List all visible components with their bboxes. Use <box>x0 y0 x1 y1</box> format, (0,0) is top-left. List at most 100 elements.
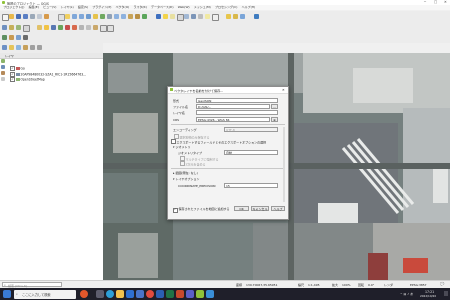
menu-project[interactable]: プロジェクト(J) <box>3 5 24 10</box>
python-console-icon[interactable] <box>254 14 259 19</box>
measure-icon[interactable] <box>198 14 203 19</box>
coordinate-value[interactable]: 139.70067,35.65951 <box>246 283 278 287</box>
layer-item[interactable]: ✓ OpenStreetMap <box>10 77 45 82</box>
temporal-controller-icon[interactable] <box>23 35 28 40</box>
layername-input[interactable] <box>196 110 278 115</box>
extent-section-header[interactable]: ▸ 範囲(現在: なし) <box>173 171 287 175</box>
menu-view[interactable]: ビュー(V) <box>43 5 56 10</box>
crs-picker-button[interactable]: ⊕ <box>271 117 278 122</box>
multitype-option[interactable]: マルチタイプに強制する <box>180 156 294 162</box>
menu-mesh[interactable]: メッシュ(M) <box>194 5 211 10</box>
filename-input[interactable]: D:/GIS/... <box>196 104 270 109</box>
add-delimited-text-icon[interactable] <box>1 77 5 81</box>
add-mesh-layer-icon[interactable] <box>1 71 5 75</box>
refresh-icon[interactable] <box>142 14 147 19</box>
add-to-map-option[interactable]: ✓ 保存されたファイルを地図に追加する <box>173 207 287 213</box>
layer-visibility-checkbox[interactable]: ✓ <box>10 66 15 71</box>
show-bookmarks-icon[interactable] <box>135 14 140 19</box>
windows-start-icon[interactable] <box>3 290 11 298</box>
style-manager-icon[interactable] <box>44 14 49 19</box>
cancel-button[interactable]: キャンセル <box>251 206 269 211</box>
magnifier-value[interactable]: 100% <box>342 283 351 287</box>
clock-time[interactable]: 17:21 <box>425 290 434 294</box>
menu-processing[interactable]: プロセシング(C) <box>215 5 237 10</box>
open-project-icon[interactable] <box>9 14 14 19</box>
zoom-layer-icon[interactable] <box>100 14 105 19</box>
field-calculator-icon[interactable] <box>184 14 189 19</box>
redo-icon[interactable] <box>107 25 114 32</box>
system-tray-icons[interactable]: ^ ▤ ♪ あ <box>400 292 413 296</box>
zoom-in-icon[interactable] <box>72 14 77 19</box>
open-layer-styling-icon[interactable] <box>2 45 7 50</box>
layer-item[interactable]: ✓ 20AP98480032-SZA1_RIC1-1R15664763... <box>10 71 86 77</box>
menu-help[interactable]: ヘルプ(H) <box>242 5 256 10</box>
crs-select[interactable]: EPSG:4326 - WGS 84 <box>196 117 270 122</box>
task-view-icon[interactable] <box>96 290 104 298</box>
geometry-type-select[interactable]: 自動 <box>224 150 278 155</box>
data-source-manager-icon[interactable] <box>2 25 7 30</box>
expand-all-icon[interactable] <box>30 45 35 50</box>
precision-input[interactable]: 15 <box>224 183 278 188</box>
add-vector-layer-icon[interactable] <box>1 59 5 63</box>
include-z-option[interactable]: Z次元を含める <box>180 161 294 167</box>
new-project-icon[interactable] <box>2 14 9 21</box>
save-project-icon[interactable] <box>16 14 21 19</box>
fields-section[interactable]: エクスポートするフィールドとそのエクスポートオプションの選択 <box>171 139 285 145</box>
new-bookmark-icon[interactable] <box>128 14 133 19</box>
layout-manager-icon[interactable] <box>37 14 42 19</box>
zoom-selection-icon[interactable] <box>93 14 98 19</box>
photos-icon[interactable] <box>206 290 214 298</box>
taskbar-search-box[interactable]: ⌕ ここに入力して検索 <box>14 289 76 299</box>
menu-database[interactable]: データベース(D) <box>151 5 174 10</box>
ok-button[interactable]: OK <box>234 206 249 211</box>
print-layout-icon[interactable] <box>30 14 35 19</box>
menu-edit[interactable]: 編集(E) <box>29 5 39 10</box>
layer-options-section-header[interactable]: ▾ レイヤオプション <box>173 177 287 181</box>
filter-legend-icon[interactable] <box>23 45 28 50</box>
show-labels-icon[interactable] <box>240 14 245 19</box>
copy-features-icon[interactable] <box>86 25 91 30</box>
word-icon[interactable] <box>156 290 164 298</box>
layer-visibility-checkbox[interactable]: ✓ <box>10 77 15 82</box>
encoding-select[interactable]: UTF-8 <box>224 127 278 132</box>
messages-icon[interactable]: 💬 <box>440 282 444 286</box>
geometry-section-header[interactable]: ▾ ジオメトリ <box>173 145 287 149</box>
zoom-last-icon[interactable] <box>114 14 119 19</box>
cut-features-icon[interactable] <box>79 25 84 30</box>
add-to-map-checkbox[interactable]: ✓ <box>173 208 178 213</box>
powerpoint-icon[interactable] <box>176 290 184 298</box>
excel-icon[interactable] <box>166 290 174 298</box>
add-raster-layer-icon[interactable] <box>1 65 5 69</box>
label-tool-icon[interactable] <box>226 14 231 19</box>
multitype-checkbox[interactable] <box>180 156 185 161</box>
digitize-icon[interactable] <box>37 25 42 30</box>
menu-raster[interactable]: ラスタ(R) <box>133 5 146 10</box>
pin-labels-icon[interactable] <box>233 14 238 19</box>
new-shapefile-icon[interactable] <box>9 25 14 30</box>
store-icon[interactable] <box>136 290 144 298</box>
menu-vector[interactable]: ベクタ(O) <box>116 5 130 10</box>
render-label[interactable]: レンダ <box>384 283 393 287</box>
rotation-value[interactable]: 0.0° <box>368 283 374 287</box>
menu-plugins[interactable]: プラグイン(P) <box>92 5 111 10</box>
selected-only-option[interactable]: 選択地物のみ保存する <box>174 134 288 140</box>
vertex-tool-icon[interactable] <box>65 25 70 30</box>
qgis-taskbar-icon[interactable] <box>196 290 204 298</box>
georeferencer-icon[interactable] <box>2 35 7 40</box>
undo-icon[interactable] <box>100 25 107 32</box>
map-tips-icon[interactable] <box>205 14 210 19</box>
text-annotation-icon[interactable] <box>212 14 219 21</box>
save-edits-icon[interactable] <box>51 25 56 30</box>
delete-selected-icon[interactable] <box>72 25 77 30</box>
menu-web[interactable]: Web(W) <box>178 5 190 10</box>
help-button[interactable]: ヘルプ <box>271 206 285 211</box>
menu-layer[interactable]: レイヤ(L) <box>61 5 74 10</box>
selected-only-checkbox[interactable] <box>174 134 179 139</box>
clock-date[interactable]: 2022/10/20 <box>420 294 436 298</box>
menu-settings[interactable]: 設定(S) <box>78 5 88 10</box>
mail-icon[interactable] <box>126 290 134 298</box>
toggle-editing-icon[interactable] <box>44 25 49 30</box>
scale-value[interactable]: 1:1,495 <box>308 283 320 287</box>
edge-browser-icon[interactable] <box>106 290 114 298</box>
minimize-button[interactable]: ─ <box>424 0 426 4</box>
